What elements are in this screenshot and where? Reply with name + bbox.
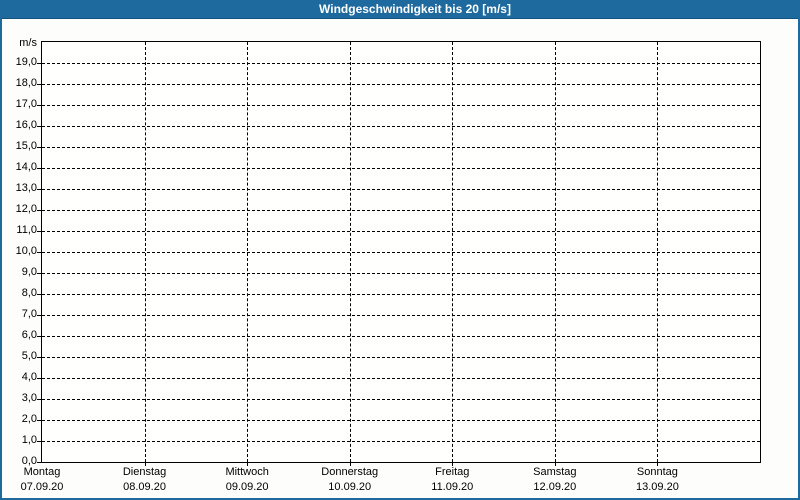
- y-tick: [37, 63, 41, 64]
- y-tick: [37, 441, 41, 442]
- y-tick-label: 14,0: [15, 161, 37, 173]
- y-tick: [37, 420, 41, 421]
- y-gridline: [42, 168, 760, 169]
- y-gridline: [42, 315, 760, 316]
- y-tick-label: 9,0: [21, 266, 37, 278]
- x-day-label: Sonntag: [636, 466, 678, 478]
- x-gridline: [554, 42, 556, 462]
- x-day-label: Mittwoch: [225, 466, 269, 478]
- y-tick: [37, 126, 41, 127]
- x-category-label: Donnerstag 10.09.20: [295, 465, 405, 495]
- x-category-label: Samstag 12.09.20: [500, 465, 610, 495]
- y-gridline: [42, 273, 760, 274]
- x-gridline: [349, 42, 351, 462]
- y-tick: [37, 336, 41, 337]
- y-gridline: [42, 378, 760, 379]
- y-gridline: [42, 336, 760, 337]
- y-gridline: [42, 63, 760, 64]
- y-tick: [37, 378, 41, 379]
- y-gridline: [42, 84, 760, 85]
- y-tick: [37, 231, 41, 232]
- y-tick-label: 1,0: [21, 434, 37, 446]
- y-tick-label: 13,0: [15, 182, 37, 194]
- x-gridline: [452, 42, 454, 462]
- chart-title: Windgeschwindigkeit bis 20 [m/s]: [0, 0, 800, 19]
- y-gridline: [42, 420, 760, 421]
- chart-page: { "title_bar": { "title": "Windgeschwind…: [0, 0, 800, 500]
- y-gridline: [42, 147, 760, 148]
- x-date-label: 07.09.20: [20, 481, 64, 493]
- y-gridline: [42, 357, 760, 358]
- y-tick: [37, 462, 41, 463]
- chart-stage: 0,0 1,0 2,0 3,0 4,0 5,0 6,0 7,0 8,0 9,0 10,0 11,0 12…: [0, 0, 800, 500]
- y-tick: [37, 399, 41, 400]
- y-tick-label: 10,0: [15, 245, 37, 257]
- y-tick-label: 16,0: [15, 119, 37, 131]
- x-category-label: Dienstag 08.09.20: [90, 465, 200, 495]
- x-date-label: 13.09.20: [636, 481, 679, 493]
- x-category-label: Sonntag 13.09.20: [602, 465, 712, 495]
- x-gridline: [247, 42, 249, 462]
- y-tick-label: 15,0: [15, 140, 37, 152]
- plot-area: [41, 41, 761, 463]
- x-date-label: 11.09.20: [431, 481, 474, 493]
- y-gridline: [42, 126, 760, 127]
- y-tick: [37, 315, 41, 316]
- y-tick-label: 5,0: [21, 350, 37, 362]
- y-tick-label: 6,0: [21, 329, 37, 341]
- x-day-label: Samstag: [533, 466, 577, 478]
- y-tick: [37, 210, 41, 211]
- x-day-label: Donnerstag: [321, 466, 379, 478]
- y-tick-label: 18,0: [15, 77, 37, 89]
- y-gridline: [42, 105, 760, 106]
- y-gridline: [42, 441, 760, 442]
- y-tick-label: 7,0: [21, 308, 37, 320]
- y-axis-unit-label: m/s: [19, 37, 37, 49]
- y-tick: [37, 252, 41, 253]
- x-day-label: Montag: [23, 466, 61, 478]
- y-tick: [37, 294, 41, 295]
- y-tick-label: 8,0: [21, 287, 37, 299]
- x-category-label: Freitag 11.09.20: [397, 465, 507, 495]
- x-gridline: [657, 42, 659, 462]
- y-gridline: [42, 252, 760, 253]
- y-tick-label: 19,0: [15, 56, 37, 68]
- x-day-label: Freitag: [435, 466, 470, 478]
- y-gridline: [42, 294, 760, 295]
- y-tick-label: 4,0: [21, 371, 37, 383]
- y-tick: [37, 168, 41, 169]
- y-tick: [37, 84, 41, 85]
- x-date-label: 12.09.20: [533, 481, 577, 493]
- x-category-label: Montag 07.09.20: [0, 465, 97, 495]
- x-gridline: [144, 42, 146, 462]
- y-tick: [37, 273, 41, 274]
- y-gridline: [42, 189, 760, 190]
- y-tick: [37, 105, 41, 106]
- x-date-label: 08.09.20: [123, 481, 166, 493]
- y-tick-label: 12,0: [15, 203, 37, 215]
- x-date-label: 10.09.20: [328, 481, 372, 493]
- y-gridline: [42, 231, 760, 232]
- x-date-label: 09.09.20: [225, 481, 269, 493]
- y-tick-label: 2,0: [21, 413, 37, 425]
- y-tick-label: 11,0: [16, 224, 37, 236]
- x-category-label: Mittwoch 09.09.20: [192, 465, 302, 495]
- y-tick: [37, 147, 41, 148]
- x-day-label: Dienstag: [122, 466, 167, 478]
- y-tick: [37, 357, 41, 358]
- y-gridline: [42, 210, 760, 211]
- y-tick: [37, 189, 41, 190]
- y-tick-label: 3,0: [21, 392, 37, 404]
- y-gridline: [42, 399, 760, 400]
- y-tick-label: 17,0: [15, 98, 37, 110]
